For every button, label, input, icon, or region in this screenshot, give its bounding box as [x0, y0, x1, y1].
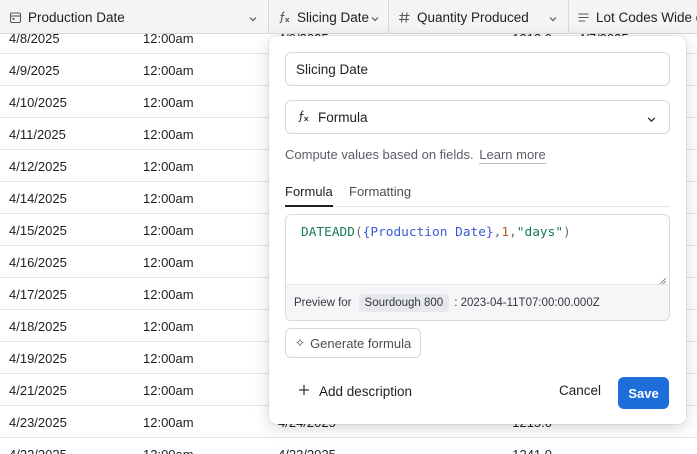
cell-production-time[interactable]: 12:00am	[143, 342, 263, 374]
lines-icon	[577, 10, 590, 24]
cell-production-date[interactable]: 4/22/2025	[9, 438, 134, 454]
chevron-down-icon[interactable]	[248, 12, 258, 27]
field-help-text: Compute values based on fields. Learn mo…	[285, 147, 546, 164]
editor-tabs: Formula Formatting	[285, 184, 670, 207]
cell-lot-codes[interactable]	[578, 438, 688, 454]
preview-record-chip[interactable]: Sourdough 800	[358, 293, 450, 312]
formula-field-ref: {Production Date}	[362, 225, 494, 240]
column-header-label: Production Date	[28, 9, 125, 25]
cell-production-date[interactable]: 4/19/2025	[9, 342, 134, 374]
cell-production-date[interactable]: 4/15/2025	[9, 214, 134, 246]
formula-function: DATEADD	[301, 225, 355, 240]
cell-production-time[interactable]: 12:00am	[143, 246, 263, 278]
cell-production-time[interactable]: 12:00am	[143, 406, 263, 438]
cell-quantity-produced[interactable]: 1241.0	[390, 438, 560, 454]
cell-production-time[interactable]: 12:00am	[143, 310, 263, 342]
chevron-down-icon	[646, 113, 657, 128]
add-description-label: Add description	[319, 384, 413, 399]
cell-production-date[interactable]: 4/21/2025	[9, 374, 134, 406]
help-description: Compute values based on fields.	[285, 147, 474, 162]
cell-slicing-date[interactable]: 4/23/2025	[278, 438, 388, 454]
cell-production-time[interactable]: 12:00am	[143, 374, 263, 406]
field-editor-popover: Formula Compute values based on fields. …	[269, 36, 686, 424]
formula-code[interactable]: DATEADD({Production Date},1,"days")	[301, 225, 571, 240]
cell-production-time[interactable]: 12:00am	[143, 278, 263, 310]
column-header-lot-codes[interactable]: Lot Codes Wide d	[569, 0, 697, 34]
cell-production-date[interactable]: 4/14/2025	[9, 182, 134, 214]
cell-production-date[interactable]: 4/23/2025	[9, 406, 134, 438]
cell-production-date[interactable]: 4/9/2025	[9, 54, 134, 86]
formula-icon	[277, 10, 291, 24]
field-type-label: Formula	[318, 109, 368, 125]
cell-production-date[interactable]: 4/16/2025	[9, 246, 134, 278]
cancel-button[interactable]: Cancel	[559, 383, 601, 398]
cell-production-date[interactable]: 4/12/2025	[9, 150, 134, 182]
plus-icon	[298, 384, 310, 399]
formula-paren: (	[354, 225, 363, 240]
cell-production-date[interactable]: 4/17/2025	[9, 278, 134, 310]
cell-production-time[interactable]: 12:00am	[143, 54, 263, 86]
field-name-input[interactable]	[285, 52, 670, 86]
formula-comma: ,	[509, 225, 517, 240]
cell-production-time[interactable]: 12:00am	[143, 182, 263, 214]
hash-icon	[397, 10, 411, 24]
column-header-label: Quantity Produced	[417, 9, 529, 25]
column-header-production-date[interactable]: Production Date	[0, 0, 269, 34]
generate-formula-label: Generate formula	[310, 335, 412, 351]
column-header-quantity-produced[interactable]: Quantity Produced	[389, 0, 569, 34]
formula-icon	[296, 109, 310, 126]
save-button[interactable]: Save	[618, 377, 669, 409]
cell-production-date[interactable]: 4/18/2025	[9, 310, 134, 342]
table-row[interactable]: 4/22/2025 12:00am 4/23/2025 1241.0	[0, 438, 697, 454]
sparkle-icon: ✧	[295, 336, 306, 350]
preview-label: Preview for	[294, 296, 352, 309]
calendar-icon	[8, 10, 22, 24]
formula-number: 1	[501, 225, 510, 240]
column-header-label: Lot Codes Wide d	[596, 9, 697, 25]
generate-formula-button[interactable]: ✧ Generate formula	[285, 328, 422, 358]
cell-production-date[interactable]: 4/10/2025	[9, 86, 134, 118]
tab-formula[interactable]: Formula	[285, 184, 333, 207]
preview-value: : 2023-04-11T07:00:00.000Z	[454, 296, 600, 309]
add-description-button[interactable]: Add description	[298, 384, 412, 399]
learn-more-link[interactable]: Learn more	[479, 147, 546, 164]
cell-production-time[interactable]: 12:00am	[143, 86, 263, 118]
cell-production-time[interactable]: 12:00am	[143, 438, 263, 454]
field-type-select[interactable]: Formula	[285, 100, 670, 134]
column-header-label: Slicing Date	[297, 9, 370, 25]
formula-paren: )	[563, 225, 571, 240]
grid-header: Production Date Slicing Date Quantity Pr…	[0, 0, 697, 34]
chevron-down-icon[interactable]	[548, 12, 558, 27]
cell-production-time[interactable]: 12:00am	[143, 214, 263, 246]
column-header-slicing-date[interactable]: Slicing Date	[269, 0, 389, 34]
formula-preview: Preview for Sourdough 800 : 2023-04-11T0…	[286, 284, 669, 320]
cell-production-time[interactable]: 12:00am	[143, 118, 263, 150]
tab-formatting[interactable]: Formatting	[349, 184, 411, 207]
cell-production-time[interactable]: 12:00am	[143, 150, 263, 182]
formula-editor[interactable]: DATEADD({Production Date},1,"days") Prev…	[285, 214, 670, 321]
chevron-down-icon[interactable]	[370, 12, 380, 27]
formula-string: "days"	[516, 225, 564, 240]
cell-production-date[interactable]: 4/11/2025	[9, 118, 134, 150]
